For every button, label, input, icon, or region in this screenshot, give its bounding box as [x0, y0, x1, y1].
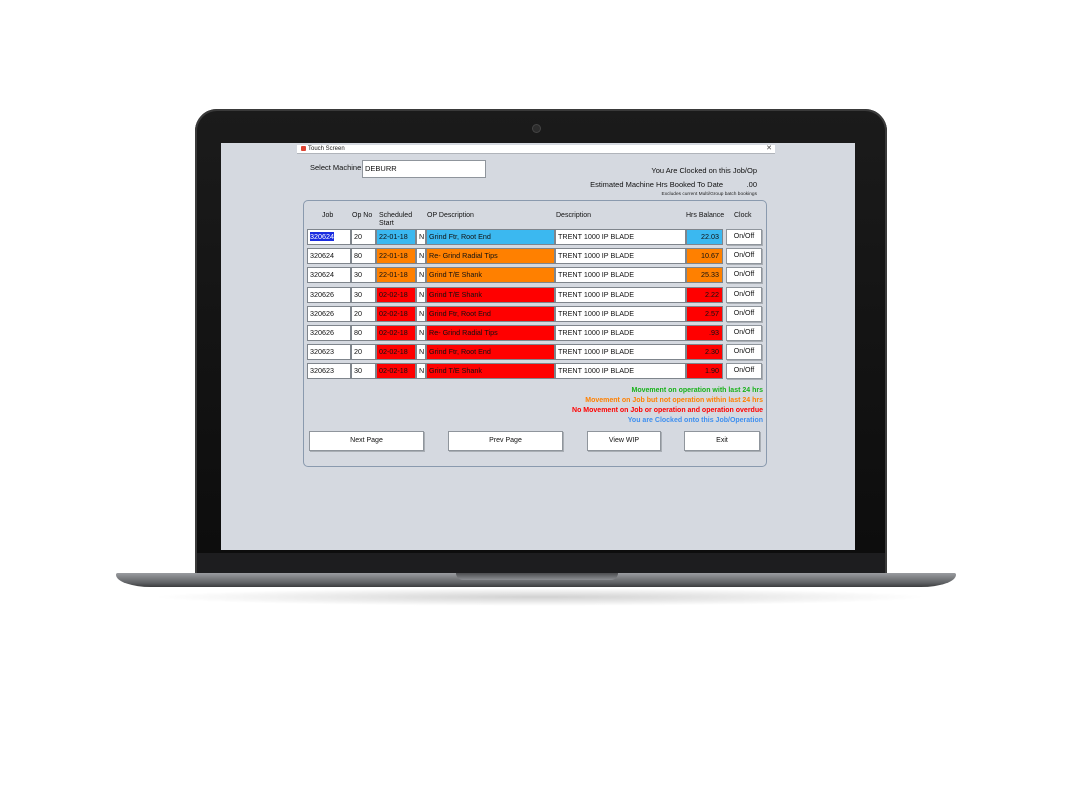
op-description-cell: Grind T/E Shank — [426, 287, 555, 303]
scheduled-start-cell: 02-02-18 — [376, 325, 416, 341]
op-no-cell: 20 — [351, 306, 376, 322]
clock-on-off-button[interactable]: On/Off — [726, 363, 762, 379]
header-description: Description — [556, 212, 592, 219]
machine-input[interactable]: DEBURR — [362, 160, 486, 178]
header-clock: Clock — [734, 212, 752, 219]
description-cell: TRENT 1000 IP BLADE — [555, 229, 686, 245]
est-hours-value: .00 — [746, 180, 757, 189]
op-description-cell: Grind T/E Shank — [426, 267, 555, 283]
header-scheduled-start: Scheduled Start — [379, 212, 413, 227]
flag-cell: N — [416, 306, 426, 322]
touch-screen-window: Touch Screen ✕ Select Machine DEBURR You… — [297, 145, 775, 473]
hrs-balance-cell: 22.03 — [686, 229, 723, 245]
header-hrs-balance: Hrs Balance — [686, 212, 725, 219]
header-op-description: OP Description — [427, 212, 474, 219]
header-op-no: Op No — [352, 212, 373, 219]
header-job: Job — [322, 212, 334, 219]
job-cell[interactable]: 320626 — [307, 287, 351, 303]
op-no-cell: 30 — [351, 267, 376, 283]
legend-green: Movement on operation with last 24 hrs — [631, 387, 763, 394]
op-description-cell: Re- Grind Radial Tips — [426, 325, 555, 341]
clock-on-off-button[interactable]: On/Off — [726, 248, 762, 264]
hrs-balance-cell: 2.30 — [686, 344, 723, 360]
scheduled-start-cell: 02-02-18 — [376, 287, 416, 303]
scheduled-start-cell: 02-02-18 — [376, 363, 416, 379]
close-icon[interactable]: ✕ — [766, 145, 772, 153]
op-description-cell: Grind Ftr, Root End — [426, 229, 555, 245]
prev-page-button[interactable]: Prev Page — [448, 431, 563, 451]
hrs-balance-cell: 10.67 — [686, 248, 723, 264]
scheduled-start-cell: 02-02-18 — [376, 306, 416, 322]
selected-job-text: 320624 — [310, 232, 334, 241]
clock-on-off-button[interactable]: On/Off — [726, 306, 762, 322]
legend-blue: You are Clocked onto this Job/Operation — [627, 417, 763, 424]
clock-on-off-button[interactable]: On/Off — [726, 267, 762, 283]
op-no-cell: 30 — [351, 363, 376, 379]
description-cell: TRENT 1000 IP BLADE — [555, 325, 686, 341]
op-no-cell: 20 — [351, 344, 376, 360]
flag-cell: N — [416, 229, 426, 245]
op-no-cell: 80 — [351, 325, 376, 341]
select-machine-label: Select Machine — [310, 163, 362, 172]
window-titlebar: Touch Screen ✕ — [297, 145, 775, 154]
legend-orange: Movement on Job but not operation within… — [585, 397, 763, 404]
job-cell[interactable]: 320623 — [307, 344, 351, 360]
job-cell[interactable]: 320624 — [307, 229, 351, 245]
scheduled-start-cell: 22-01-18 — [376, 267, 416, 283]
laptop-bezel — [197, 553, 885, 573]
exit-button[interactable]: Exit — [684, 431, 760, 451]
op-no-cell: 80 — [351, 248, 376, 264]
op-description-cell: Grind Ftr, Root End — [426, 344, 555, 360]
flag-cell: N — [416, 325, 426, 341]
description-cell: TRENT 1000 IP BLADE — [555, 267, 686, 283]
hrs-balance-cell: 1.90 — [686, 363, 723, 379]
job-cell[interactable]: 320623 — [307, 363, 351, 379]
description-cell: TRENT 1000 IP BLADE — [555, 248, 686, 264]
scheduled-start-cell: 22-01-18 — [376, 248, 416, 264]
flag-cell: N — [416, 287, 426, 303]
op-no-cell: 30 — [351, 287, 376, 303]
job-cell[interactable]: 320626 — [307, 306, 351, 322]
scheduled-start-cell: 22-01-18 — [376, 229, 416, 245]
app-icon — [301, 146, 306, 151]
batch-note: Excludes current Multi/Group batch booki… — [661, 192, 757, 197]
laptop-shadow — [150, 588, 930, 606]
flag-cell: N — [416, 363, 426, 379]
flag-cell: N — [416, 267, 426, 283]
clock-on-off-button[interactable]: On/Off — [726, 344, 762, 360]
laptop-hinge-notch — [456, 573, 618, 580]
description-cell: TRENT 1000 IP BLADE — [555, 344, 686, 360]
laptop-screen: Touch Screen ✕ Select Machine DEBURR You… — [221, 143, 855, 550]
webcam-icon — [533, 125, 540, 132]
description-cell: TRENT 1000 IP BLADE — [555, 287, 686, 303]
clock-on-off-button[interactable]: On/Off — [726, 287, 762, 303]
legend-red: No Movement on Job or operation and oper… — [572, 407, 763, 414]
description-cell: TRENT 1000 IP BLADE — [555, 306, 686, 322]
op-no-cell: 20 — [351, 229, 376, 245]
op-description-cell: Grind T/E Shank — [426, 363, 555, 379]
next-page-button[interactable]: Next Page — [309, 431, 424, 451]
flag-cell: N — [416, 248, 426, 264]
job-cell[interactable]: 320624 — [307, 248, 351, 264]
window-title: Touch Screen — [308, 146, 345, 152]
job-cell[interactable]: 320626 — [307, 325, 351, 341]
hrs-balance-cell: 2.22 — [686, 287, 723, 303]
hrs-balance-cell: 2.57 — [686, 306, 723, 322]
description-cell: TRENT 1000 IP BLADE — [555, 363, 686, 379]
flag-cell: N — [416, 344, 426, 360]
op-description-cell: Grind Ftr, Root End — [426, 306, 555, 322]
est-hours-label: Estimated Machine Hrs Booked To Date — [590, 180, 723, 189]
view-wip-button[interactable]: View WIP — [587, 431, 661, 451]
clocked-status-text: You Are Clocked on this Job/Op — [651, 166, 757, 175]
op-description-cell: Re- Grind Radial Tips — [426, 248, 555, 264]
job-cell[interactable]: 320624 — [307, 267, 351, 283]
clock-on-off-button[interactable]: On/Off — [726, 229, 762, 245]
hrs-balance-cell: 25.33 — [686, 267, 723, 283]
clock-on-off-button[interactable]: On/Off — [726, 325, 762, 341]
hrs-balance-cell: .93 — [686, 325, 723, 341]
scheduled-start-cell: 02-02-18 — [376, 344, 416, 360]
